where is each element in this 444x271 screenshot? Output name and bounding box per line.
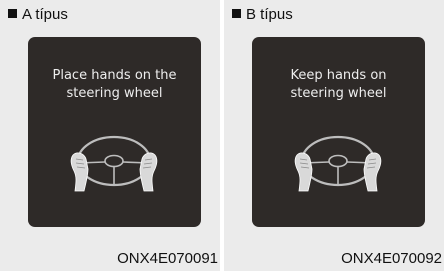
image-code-caption: ONX4E070091 [117,250,218,267]
message-line-1: Keep hands on [290,68,387,83]
message-line-2: steering wheel [290,86,387,101]
message-line-2: steering wheel [66,86,163,101]
type-label: B típus [246,6,293,23]
square-bullet-icon [232,9,241,18]
cluster-display: Place hands on the steering wheel [28,37,201,227]
hands-on-steering-wheel-icon [294,135,382,192]
page: A típus Place hands on the steering whee… [0,0,444,271]
panel-title: A típus [8,6,68,23]
warning-message: Place hands on the steering wheel [28,67,201,103]
message-line-1: Place hands on the [52,68,177,83]
panel-title: B típus [232,6,293,23]
warning-message: Keep hands on steering wheel [252,67,425,103]
panel-type-a: A típus Place hands on the steering whee… [0,0,220,271]
type-label: A típus [22,6,68,23]
hands-on-steering-wheel-icon [70,135,158,192]
square-bullet-icon [8,9,17,18]
image-code-caption: ONX4E070092 [341,250,442,267]
cluster-display: Keep hands on steering wheel [252,37,425,227]
panel-type-b: B típus Keep hands on steering wheel ONX… [224,0,444,271]
